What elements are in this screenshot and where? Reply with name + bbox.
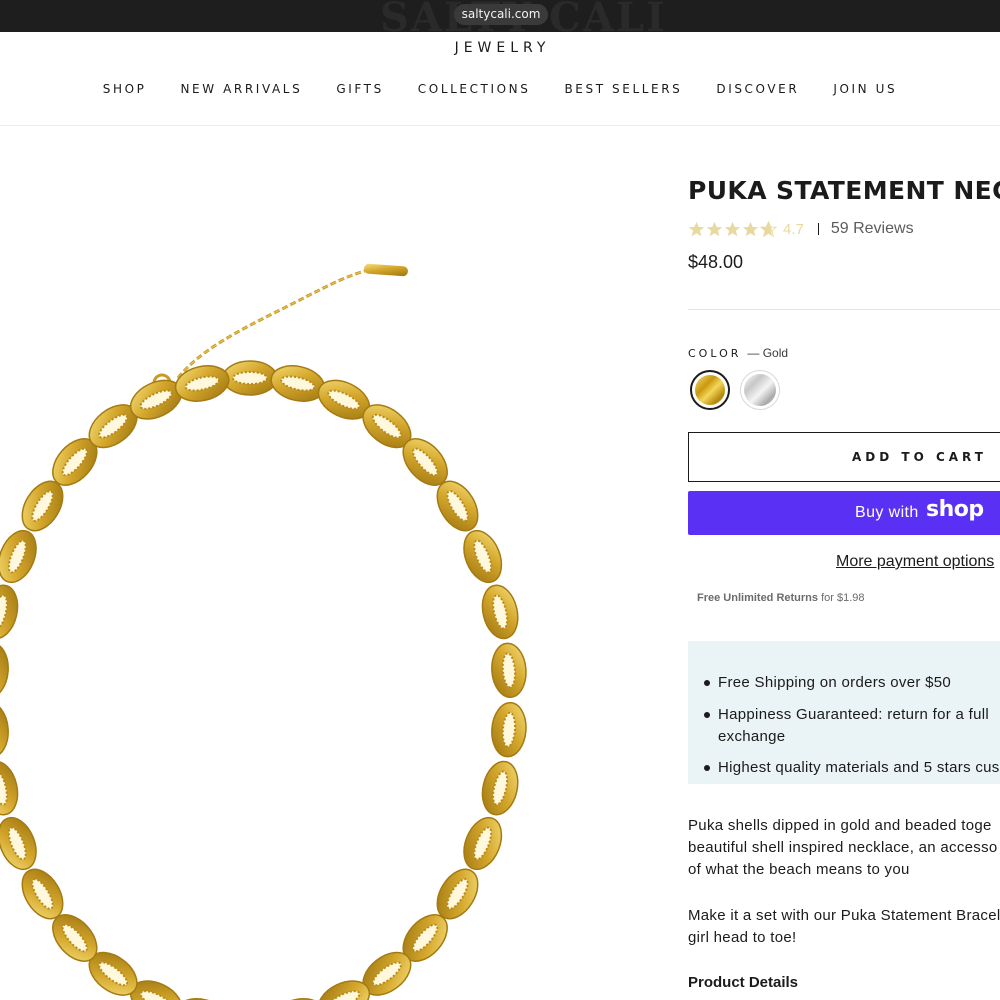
rating-summary[interactable]: 4.7 59 Reviews	[688, 220, 914, 238]
shell-link	[463, 816, 503, 871]
color-label-text: COLOR	[688, 347, 742, 360]
brand-logo-subtitle[interactable]: JEWELRY	[0, 40, 1000, 56]
shell-link	[174, 998, 230, 1000]
description-line-3: of what the beach means to you	[688, 861, 910, 878]
nav-discover[interactable]: DISCOVER	[716, 82, 799, 96]
buy-with-label: Buy with	[855, 504, 919, 521]
shell-link	[0, 584, 19, 640]
nav-collections[interactable]: COLLECTIONS	[418, 82, 531, 96]
set-text-line-2: girl head to toe!	[688, 929, 797, 946]
url-bar[interactable]: saltycali.com	[454, 4, 548, 25]
rating-value: 4.7	[783, 220, 804, 238]
shell-link	[222, 360, 278, 396]
more-payment-options-link[interactable]: More payment options	[836, 553, 994, 571]
swatch-silver[interactable]	[740, 370, 780, 410]
returns-price: for $1.98	[821, 592, 865, 604]
description-line-1: Puka shells dipped in gold and beaded to…	[688, 817, 992, 834]
info-divider	[688, 309, 1000, 310]
shell-link	[481, 760, 519, 816]
nav-gifts[interactable]: GIFTS	[336, 82, 383, 96]
selected-color-value: — Gold	[747, 346, 789, 360]
swatch-gold-fill	[695, 375, 725, 405]
shell-link	[0, 816, 37, 871]
returns-bold: Free Unlimited Returns	[697, 592, 819, 604]
perk-free-shipping: Free Shipping on orders over $50	[703, 672, 951, 694]
add-to-cart-label: ADD TO CART	[852, 450, 987, 464]
half-star-icon	[760, 220, 777, 237]
shell-link	[0, 529, 37, 584]
shop-pay-logo: shop	[926, 497, 984, 522]
star-rating	[688, 220, 777, 238]
buy-with-shop-button[interactable]: Buy with shop	[688, 491, 1000, 535]
perk-happiness-continued: exchange	[718, 728, 786, 745]
swatch-gold[interactable]	[690, 370, 730, 410]
nav-new-arrivals[interactable]: NEW ARRIVALS	[180, 82, 302, 96]
star-icon	[724, 221, 741, 236]
main-nav: SHOP NEW ARRIVALS GIFTS COLLECTIONS BEST…	[0, 82, 1000, 96]
product-image[interactable]	[0, 126, 640, 1000]
set-text-line-1: Make it a set with our Puka Statement Br…	[688, 907, 1000, 924]
color-swatches	[690, 370, 780, 410]
shell-link	[0, 760, 19, 816]
shell-link	[0, 642, 9, 699]
product-info: PUKA STATEMENT NECKLACE 4.7 59 Reviews $…	[688, 126, 1000, 1000]
swatch-silver-fill	[744, 374, 776, 406]
star-icon	[742, 221, 759, 236]
shell-link	[270, 365, 326, 402]
browser-top-bar: SALTY CALI saltycali.com	[0, 0, 1000, 41]
returns-note: Free Unlimited Returns for $1.98	[697, 592, 865, 604]
shell-link	[0, 701, 9, 758]
perk-happiness-guaranteed: Happiness Guaranteed: return for a full	[703, 704, 989, 726]
necklace-image	[0, 263, 527, 1000]
shell-link	[463, 529, 503, 584]
shell-links	[0, 360, 527, 1000]
color-label: COLOR — Gold	[688, 346, 788, 360]
nav-best-sellers[interactable]: BEST SELLERS	[564, 82, 682, 96]
product-price: $48.00	[688, 252, 744, 272]
rating-divider	[817, 223, 819, 235]
product-title: PUKA STATEMENT NECKLACE	[688, 176, 1000, 205]
shell-link	[481, 584, 519, 640]
nav-shop[interactable]: SHOP	[103, 82, 147, 96]
shell-link	[491, 642, 527, 699]
star-icon	[706, 221, 723, 236]
shell-link	[174, 365, 230, 402]
nav-join-us[interactable]: JOIN US	[833, 82, 897, 96]
perk-quality: Highest quality materials and 5 stars cu…	[704, 757, 1000, 779]
add-to-cart-button[interactable]: ADD TO CART	[688, 432, 1000, 482]
review-count-link[interactable]: 59 Reviews	[831, 220, 914, 238]
shell-link	[270, 998, 326, 1000]
shell-link	[491, 701, 527, 758]
star-icon	[688, 221, 705, 236]
perks-box: Free Shipping on orders over $50 Happine…	[688, 641, 1000, 784]
description-line-2: beautiful shell inspired necklace, an ac…	[688, 839, 998, 856]
product-details-heading[interactable]: Product Details	[688, 974, 798, 991]
